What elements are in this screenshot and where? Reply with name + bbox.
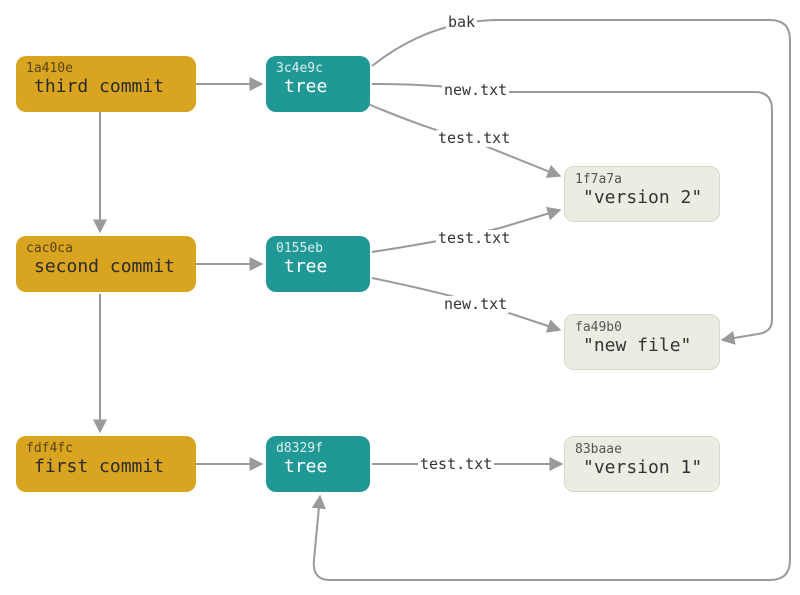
commit-hash: cac0ca bbox=[26, 242, 186, 256]
tree-node-1: d8329f tree bbox=[266, 436, 370, 492]
edge-label-test-3: test.txt bbox=[418, 456, 494, 473]
commit-title: second commit bbox=[26, 256, 186, 278]
tree-hash: 3c4e9c bbox=[276, 62, 360, 76]
tree-title: tree bbox=[276, 256, 360, 278]
blob-node-v2: 1f7a7a "version 2" bbox=[564, 166, 720, 222]
tree-hash: d8329f bbox=[276, 442, 360, 456]
tree-node-3: 3c4e9c tree bbox=[266, 56, 370, 112]
commit-node-third: 1a410e third commit bbox=[16, 56, 196, 112]
blob-hash: fa49b0 bbox=[575, 321, 709, 335]
blob-node-v1: 83baae "version 1" bbox=[564, 436, 720, 492]
edge-tree3-bak bbox=[314, 20, 790, 580]
edge-label-new-1: new.txt bbox=[442, 82, 509, 99]
commit-node-first: fdf4fc first commit bbox=[16, 436, 196, 492]
commit-hash: 1a410e bbox=[26, 62, 186, 76]
tree-title: tree bbox=[276, 76, 360, 98]
blob-title: "version 2" bbox=[575, 187, 709, 209]
commit-title: third commit bbox=[26, 76, 186, 98]
tree-hash: 0155eb bbox=[276, 242, 360, 256]
commit-hash: fdf4fc bbox=[26, 442, 186, 456]
commit-node-second: cac0ca second commit bbox=[16, 236, 196, 292]
blob-hash: 1f7a7a bbox=[575, 173, 709, 187]
blob-title: "version 1" bbox=[575, 457, 709, 479]
blob-title: "new file" bbox=[575, 335, 709, 357]
blob-node-nf: fa49b0 "new file" bbox=[564, 314, 720, 370]
edge-label-test-1: test.txt bbox=[436, 130, 512, 147]
edge-label-new-2: new.txt bbox=[442, 296, 509, 313]
edge-label-bak: bak bbox=[446, 14, 477, 31]
blob-hash: 83baae bbox=[575, 443, 709, 457]
edge-label-test-2: test.txt bbox=[436, 230, 512, 247]
tree-title: tree bbox=[276, 456, 360, 478]
tree-node-2: 0155eb tree bbox=[266, 236, 370, 292]
commit-title: first commit bbox=[26, 456, 186, 478]
